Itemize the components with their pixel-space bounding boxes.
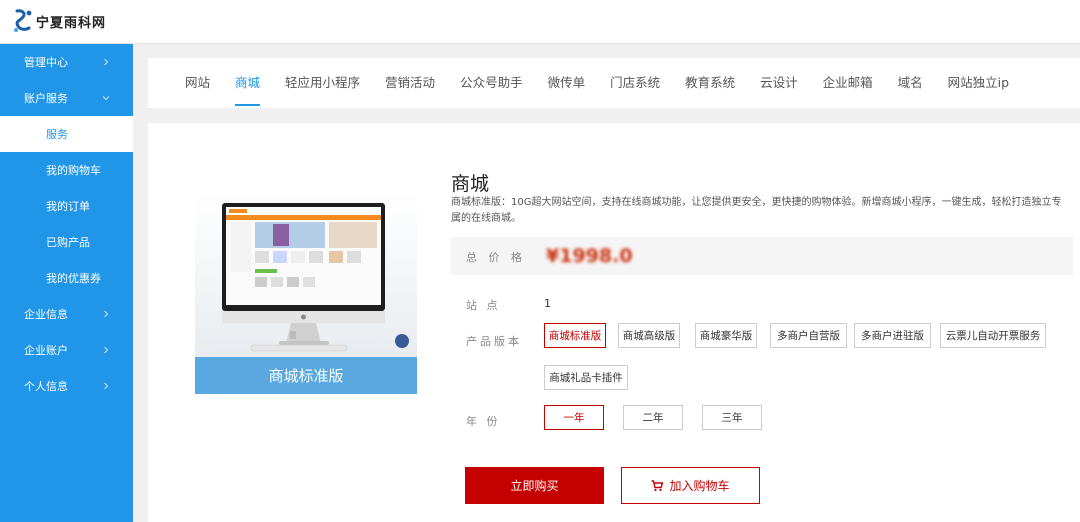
tab-7[interactable]: 教育系统 [685,58,735,108]
tab-9[interactable]: 企业邮箱 [823,58,873,108]
version-option[interactable]: 多商户自营版 [770,323,847,348]
sites-label: 站 点 [466,299,501,312]
sidebar-item-my-cart[interactable]: 我的购物车 [0,152,133,188]
tab-3[interactable]: 营销活动 [385,58,435,108]
product-title: 商城 [451,173,490,195]
product-image-caption: 商城标准版 [195,357,417,394]
sidebar-item-company-info[interactable]: 企业信息 [0,296,133,332]
sidebar-item-company-account[interactable]: 企业账户 [0,332,133,368]
chevron-right-icon [104,382,109,390]
product-description: 商城标准版：10G超大网站空间，支持在线商城功能，让您提供更安全，更快捷的购物体… [451,197,1062,224]
version-option[interactable]: 商城标准版 [544,323,606,348]
year-option[interactable]: 三年 [702,405,762,430]
category-tabs-panel: 网站 商城 轻应用小程序 营销活动 公众号助手 微传单 门店系统 教育系统 云设计 企业邮箱 域名网… [148,58,1080,108]
buy-now-button[interactable]: 立即购买 [465,467,604,504]
chevron-right-icon [104,58,109,66]
add-to-cart-label: 加入购物车 [669,479,730,493]
product-panel: 商城标准版 商城 商城标准版：10G超大网站空间，支持在线商城功能，让您提供更安… [148,123,1080,522]
logo-icon [14,9,32,32]
price-label: 总 价 格 [466,251,526,264]
top-bar: 宁夏雨科网 [0,0,1080,44]
sidebar-item-label: 我的订单 [46,200,90,213]
cart-icon [651,479,664,491]
add-to-cart-button[interactable]: 加入购物车 [621,467,760,504]
sidebar-item-label: 管理中心 [24,56,68,69]
brand-logo[interactable]: 宁夏雨科网 [12,7,106,35]
version-option[interactable]: 云票儿自动开票服务 [940,323,1046,348]
brand-name: 宁夏雨科网 [36,15,107,31]
sidebar-item-services[interactable]: 服务 [0,116,133,152]
tab-11[interactable]: 网站独立ip [948,58,1009,108]
tab-8[interactable]: 云设计 [760,58,798,108]
chevron-down-icon [102,96,110,101]
year-option[interactable]: 二年 [623,405,683,430]
sidebar-item-label: 已购产品 [46,236,90,249]
sidebar-item-purchased-products[interactable]: 已购产品 [0,224,133,260]
tab-10[interactable]: 域名 [898,58,923,108]
tab-2[interactable]: 轻应用小程序 [285,58,360,108]
year-option[interactable]: 一年 [544,405,604,430]
tab-1[interactable]: 商城 [235,58,261,108]
version-option[interactable]: 商城高级版 [618,323,680,348]
sidebar-item-label: 我的优惠券 [46,272,101,285]
tab-5[interactable]: 微传单 [548,58,586,108]
version-label: 产品版本 [466,335,522,348]
chevron-right-icon [104,310,109,318]
tab-0[interactable]: 网站 [185,58,210,108]
version-option[interactable]: 商城礼品卡插件 [544,365,628,390]
sidebar-item-my-coupons[interactable]: 我的优惠券 [0,260,133,296]
sidebar-item-personal-info[interactable]: 个人信息 [0,368,133,404]
monitor-illustration [195,193,417,357]
sidebar-item-my-orders[interactable]: 我的订单 [0,188,133,224]
sites-value: 1 [544,297,551,310]
sidebar-item-label: 账户服务 [24,92,68,105]
category-tabs: 网站 商城 轻应用小程序 营销活动 公众号助手 微传单 门店系统 教育系统 云设计 企业邮箱 域名网… [148,58,1080,108]
sidebar-item-admin-center[interactable]: 管理中心 [0,44,133,80]
version-option[interactable]: 多商户进驻版 [854,323,931,348]
product-image: 商城标准版 [195,193,417,394]
sidebar: 管理中心账户服务服务我的购物车我的订单已购产品我的优惠券企业信息企业账户个人信息 [0,44,133,522]
sidebar-item-label: 企业信息 [24,308,68,321]
version-option[interactable]: 商城豪华版 [695,323,757,348]
sidebar-item-label: 我的购物车 [46,164,101,177]
tab-6[interactable]: 门店系统 [610,58,660,108]
tab-4[interactable]: 公众号助手 [460,58,523,108]
sidebar-item-label: 个人信息 [24,380,68,393]
year-label: 年 份 [466,415,501,428]
sidebar-item-label: 企业账户 [24,344,68,357]
chevron-right-icon [104,346,109,354]
price-bar: 总 价 格 ¥1998.0 [451,237,1073,275]
sidebar-item-account-services[interactable]: 账户服务 [0,80,133,116]
price-value: ¥1998.0 [546,245,633,267]
sidebar-item-label: 服务 [46,128,68,141]
